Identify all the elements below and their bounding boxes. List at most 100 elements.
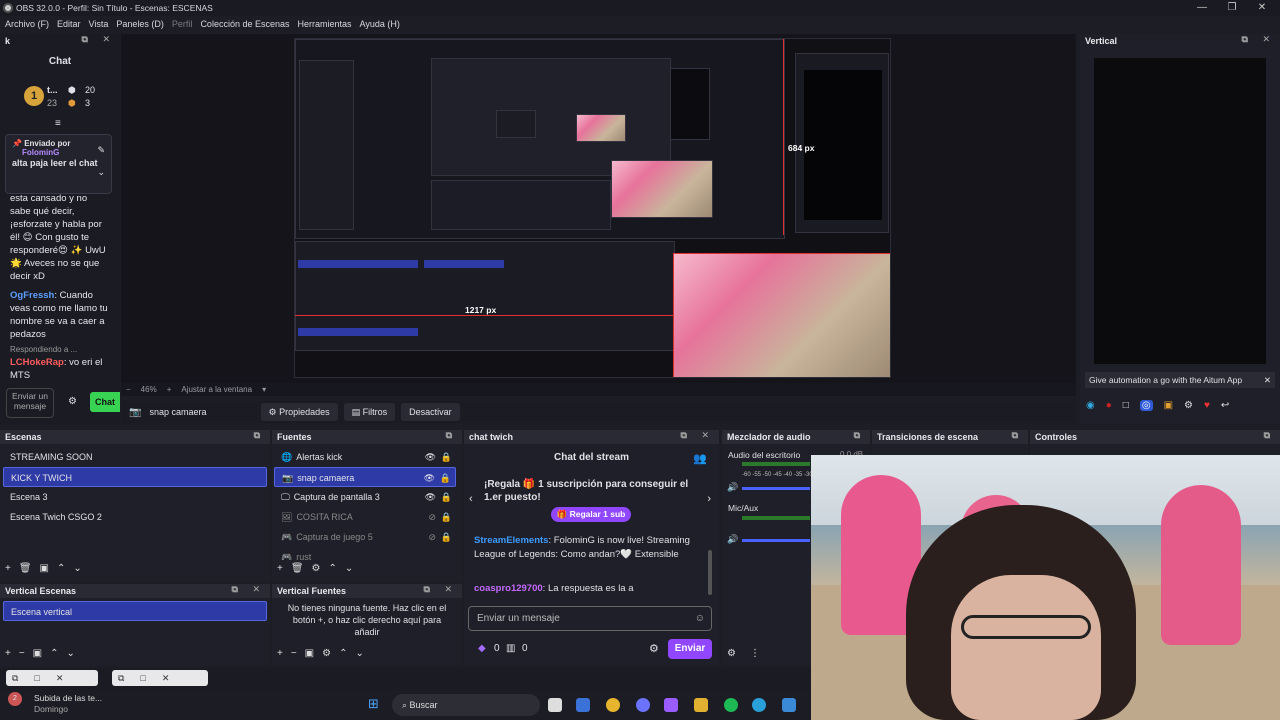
volume-slider[interactable] — [742, 539, 810, 542]
zoom-fit[interactable]: Ajustar a la ventana — [181, 385, 252, 394]
app-icon[interactable] — [576, 698, 590, 712]
vertical-scene-item[interactable]: Escena vertical — [3, 601, 267, 621]
left-chat-input[interactable]: Enviar un mensaje — [6, 388, 54, 418]
menu-paneles[interactable]: Paneles (D) — [116, 19, 164, 29]
menu-lines-icon[interactable]: ≡ — [55, 118, 61, 129]
menu-perfil[interactable]: Perfil — [172, 19, 193, 29]
users-icon[interactable]: 👥 — [693, 452, 707, 465]
dock-float-icon[interactable]: ⧉ — [1264, 430, 1276, 441]
virtualcam-icon[interactable]: ◎ — [1139, 400, 1153, 411]
scene-controls[interactable]: +🗑▣⌃⌄ — [5, 563, 90, 574]
folder-icon[interactable] — [694, 698, 708, 712]
eye-icon[interactable]: 👁 — [424, 468, 435, 488]
task-view-icon[interactable] — [548, 698, 562, 712]
scene-item[interactable]: Escena Twich CSGO 2 — [3, 507, 267, 527]
emote-icon[interactable]: ☺ — [695, 607, 705, 630]
edge-icon[interactable] — [752, 698, 766, 712]
speaker-icon[interactable]: 🔊 — [727, 482, 738, 493]
volume-slider[interactable] — [742, 487, 810, 490]
chevron-down-icon[interactable]: ▾ — [262, 385, 266, 394]
selected-webcam-source[interactable] — [673, 253, 890, 377]
unpin-icon[interactable]: ✎ — [97, 145, 105, 156]
gear-icon[interactable]: ⚙ — [1184, 400, 1193, 411]
taskbar-search[interactable]: ⌕ Buscar — [392, 694, 540, 716]
lock-icon[interactable]: 🔒 — [441, 487, 452, 507]
close-icon[interactable]: ✕ — [1247, 0, 1277, 16]
chevron-left-icon[interactable]: ‹ — [469, 493, 473, 505]
source-item[interactable]: 🖵 Captura de pantalla 3 👁 🔒 — [274, 487, 456, 507]
dock-float-icon[interactable]: ⧉ — [254, 430, 266, 441]
chevron-down-icon[interactable]: ⌄ — [97, 167, 105, 178]
lock-icon[interactable]: 🔒 — [441, 447, 452, 467]
source-item[interactable]: 🎮 Captura de juego 5 ⊘ 🔒 — [274, 527, 456, 547]
vertical-canvas[interactable] — [1094, 58, 1266, 364]
copilot-icon[interactable] — [664, 698, 678, 712]
lock-icon[interactable]: 🔒 — [441, 507, 452, 527]
menu-editar[interactable]: Editar — [57, 19, 81, 29]
spotify-icon[interactable] — [724, 698, 738, 712]
minimized-window[interactable]: ⧉□✕ — [112, 670, 208, 686]
notification-title[interactable]: Subida de las te... — [34, 693, 102, 703]
maximize-icon[interactable]: ❐ — [1217, 0, 1247, 16]
dock-controls-icon[interactable]: ⧉ ✕ — [681, 430, 715, 441]
source-item[interactable]: 🌐 Alertas kick 👁 🔒 — [274, 447, 456, 467]
lock-icon[interactable]: 🔒 — [440, 468, 451, 488]
windows-start-icon[interactable]: ⊞ — [368, 697, 382, 711]
square-icon[interactable]: □ — [1123, 400, 1129, 411]
gift-sub-button[interactable]: 🎁 Regalar 1 sub — [551, 507, 631, 522]
zoom-in-icon[interactable]: + — [167, 385, 172, 394]
minimized-window[interactable]: ⧉□✕ — [6, 670, 98, 686]
more-icon[interactable]: ⋮ — [750, 648, 760, 659]
menu-coleccion[interactable]: Colección de Escenas — [200, 19, 289, 29]
filters-button[interactable]: ▤ Filtros — [343, 403, 396, 421]
store-icon[interactable] — [782, 698, 796, 712]
gear-icon[interactable]: ⚙ — [68, 396, 77, 407]
source-controls[interactable]: +🗑⚙⌃⌄ — [277, 563, 361, 574]
arrow-icon[interactable]: ↩ — [1221, 400, 1229, 411]
eye-hidden-icon[interactable]: ⊘ — [428, 527, 436, 547]
zoom-out-icon[interactable]: − — [126, 385, 131, 394]
chevron-right-icon[interactable]: › — [707, 493, 711, 505]
preview-canvas[interactable]: 684 px 1217 px — [294, 38, 891, 378]
dock-controls-icon[interactable]: ⧉ ✕ — [232, 584, 266, 595]
send-button[interactable]: Enviar — [668, 639, 712, 659]
scene-item[interactable]: STREAMING SOON — [3, 447, 267, 467]
stream-icon[interactable]: ◉ — [1086, 400, 1095, 411]
vertical-scene-controls[interactable]: +−▣⌃⌄ — [5, 648, 83, 659]
dock-controls-icon[interactable]: ⧉ ✕ — [82, 34, 116, 45]
dock-float-icon[interactable]: ⧉ — [854, 430, 866, 441]
speaker-icon[interactable]: 🔊 — [727, 534, 738, 545]
menu-herramientas[interactable]: Herramientas — [298, 19, 352, 29]
heart-icon[interactable]: ♥ — [1204, 400, 1210, 411]
menu-vista[interactable]: Vista — [89, 19, 109, 29]
chat-button[interactable]: Chat — [90, 392, 120, 412]
twitch-chat-input[interactable]: Enviar un mensaje ☺ — [468, 606, 712, 631]
minimize-icon[interactable]: — — [1187, 0, 1217, 16]
eye-hidden-icon[interactable]: ⊘ — [428, 507, 436, 527]
settings-icon[interactable]: ⚙ — [727, 648, 736, 659]
menu-ayuda[interactable]: Ayuda (H) — [360, 19, 400, 29]
folder-icon[interactable]: ▣ — [1164, 400, 1173, 411]
close-icon[interactable]: ✕ — [1264, 372, 1271, 388]
deactivate-button[interactable]: Desactivar — [401, 403, 460, 421]
dock-controls-icon[interactable]: ⧉ ✕ — [1242, 34, 1276, 45]
scene-item[interactable]: KICK Y TWICH — [3, 467, 267, 487]
eye-icon[interactable]: 👁 — [425, 447, 436, 467]
source-item[interactable]: 📷 snap camaera 👁 🔒 — [274, 467, 456, 487]
eye-icon[interactable]: 👁 — [425, 487, 436, 507]
vertical-source-controls[interactable]: +−▣⚙⌃⌄ — [277, 648, 372, 659]
lock-icon[interactable]: 🔒 — [441, 527, 452, 547]
dock-float-icon[interactable]: ⧉ — [1012, 430, 1024, 441]
chrome-icon[interactable] — [606, 698, 620, 712]
source-item[interactable]: 🖼 COSITA RICA ⊘ 🔒 — [274, 507, 456, 527]
source-item[interactable]: 🎮 rust — [274, 547, 456, 560]
dock-float-icon[interactable]: ⧉ — [446, 430, 458, 441]
scene-item[interactable]: Escena 3 — [3, 487, 267, 507]
properties-button[interactable]: ⚙ Propiedades — [260, 403, 338, 421]
chat-scrollbar[interactable] — [708, 550, 712, 595]
dock-controls-icon[interactable]: ⧉ ✕ — [424, 584, 458, 595]
record-icon[interactable]: ● — [1106, 400, 1112, 411]
menu-archivo[interactable]: Archivo (F) — [5, 19, 49, 29]
gear-icon[interactable]: ⚙ — [649, 642, 659, 655]
discord-icon[interactable] — [636, 698, 650, 712]
